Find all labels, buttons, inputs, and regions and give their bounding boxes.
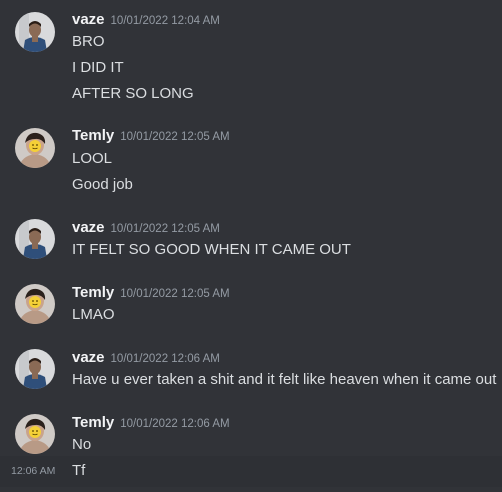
message-timestamp: 10/01/2022 12:06 AM [110,353,220,365]
vaze-avatar-icon[interactable] [15,219,55,259]
message-text: IT FELT SO GOOD WHEN IT CAME OUT [72,241,351,258]
vaze-avatar-icon[interactable] [15,12,55,52]
temly-avatar-icon[interactable] [15,414,55,454]
message-timestamp: 10/01/2022 12:06 AM [120,418,230,430]
username[interactable]: Temly [72,127,114,144]
message-text: Tf [72,462,86,479]
message-text: AFTER SO LONG [72,85,194,102]
message-timestamp: 10/01/2022 12:04 AM [110,15,220,27]
username[interactable]: vaze [72,11,105,28]
username[interactable]: Temly [72,284,114,301]
message-text: LOOL [72,150,113,167]
chat-messages-area: vaze 10/01/2022 12:04 AM BRO I DID IT AFT… [0,0,502,492]
username[interactable]: Temly [72,414,114,431]
message-text: Have u ever taken a shit and it felt lik… [72,371,497,388]
hover-timestamp: 12:06 AM [11,465,56,477]
username[interactable]: vaze [72,349,105,366]
message-text: BRO [72,33,105,50]
username[interactable]: vaze [72,219,105,236]
message-text: No [72,436,92,453]
message-timestamp: 10/01/2022 12:05 AM [110,223,220,235]
temly-avatar-icon[interactable] [15,128,55,168]
message-text: Good job [72,176,133,193]
message-timestamp: 10/01/2022 12:05 AM [120,131,230,143]
message-text: I DID IT [72,59,124,76]
temly-avatar-icon[interactable] [15,284,55,324]
message-timestamp: 10/01/2022 12:05 AM [120,288,230,300]
message-text: LMAO [72,306,115,323]
vaze-avatar-icon[interactable] [15,349,55,389]
